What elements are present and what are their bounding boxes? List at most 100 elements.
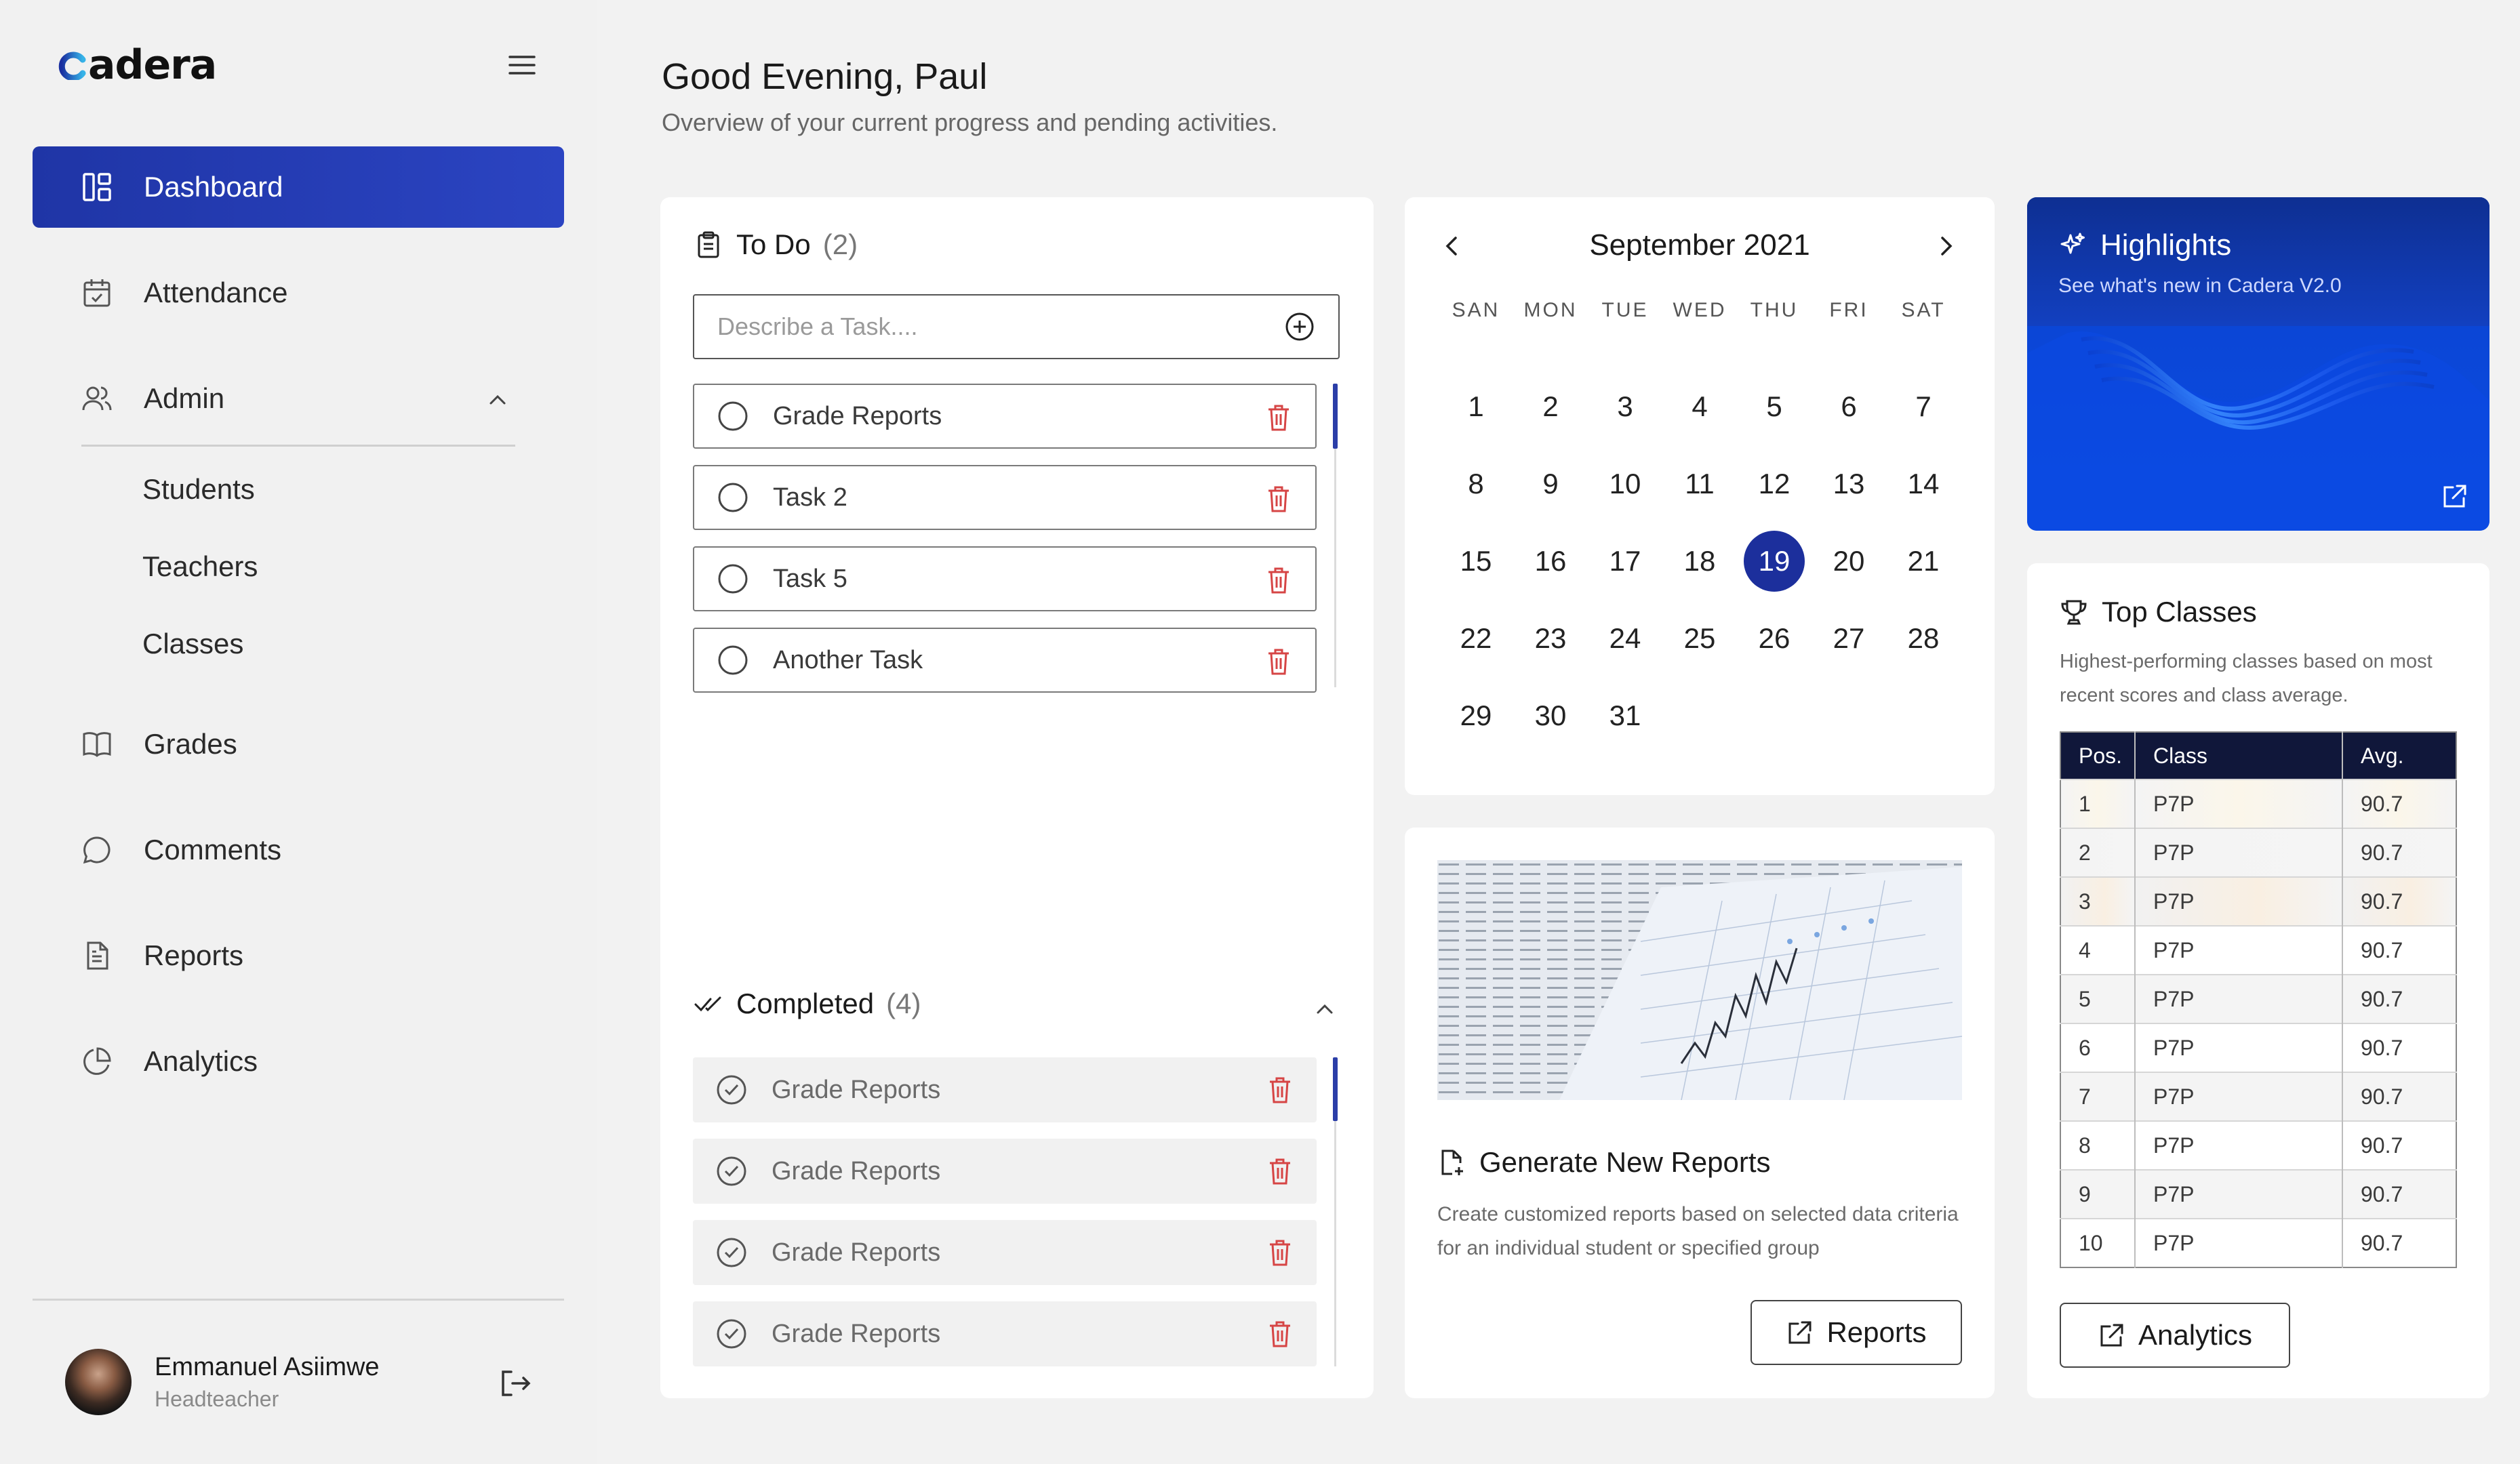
sidebar-subitem-students[interactable]: Students xyxy=(142,473,255,506)
calendar-day[interactable]: 4 xyxy=(1662,368,1737,445)
table-row[interactable]: 9 P7P 90.7 xyxy=(2060,1169,2456,1219)
avatar[interactable] xyxy=(65,1349,132,1415)
sidebar-item-comments[interactable]: Comments xyxy=(33,809,564,891)
checkbox-empty-icon[interactable] xyxy=(717,645,748,676)
calendar-day[interactable]: 12 xyxy=(1737,445,1812,523)
checkbox-empty-icon[interactable] xyxy=(717,401,748,432)
check-circle-icon[interactable] xyxy=(716,1074,747,1105)
add-task-icon[interactable] xyxy=(1284,311,1315,342)
checkbox-empty-icon[interactable] xyxy=(717,482,748,513)
completed-scroll-thumb[interactable] xyxy=(1333,1057,1338,1121)
trash-icon[interactable] xyxy=(1266,1075,1294,1105)
completed-item[interactable]: Grade Reports xyxy=(693,1139,1317,1204)
calendar-day[interactable]: 3 xyxy=(1588,368,1662,445)
completed-scrollbar[interactable] xyxy=(1333,1057,1338,1366)
calendar-day[interactable]: 24 xyxy=(1588,600,1662,677)
completed-item[interactable]: Grade Reports xyxy=(693,1057,1317,1122)
calendar-day[interactable]: 5 xyxy=(1737,368,1812,445)
sidebar-subitem-teachers[interactable]: Teachers xyxy=(142,550,258,583)
sidebar-item-admin[interactable]: Admin xyxy=(33,358,564,439)
completed-item[interactable]: Grade Reports xyxy=(693,1301,1317,1366)
calendar-day[interactable]: 23 xyxy=(1513,600,1588,677)
trash-icon[interactable] xyxy=(1266,1156,1294,1186)
sidebar-item-dashboard[interactable]: Dashboard xyxy=(33,146,564,228)
calendar-day[interactable]: 2 xyxy=(1513,368,1588,445)
calendar-day[interactable]: 29 xyxy=(1439,677,1513,754)
trash-icon[interactable] xyxy=(1265,647,1292,676)
sidebar-item-reports[interactable]: Reports xyxy=(33,915,564,996)
sidebar-item-attendance[interactable]: Attendance xyxy=(33,252,564,333)
check-circle-icon[interactable] xyxy=(716,1156,747,1187)
calendar-day[interactable]: 15 xyxy=(1439,523,1513,600)
calendar-day-selected[interactable]: 19 xyxy=(1737,523,1812,600)
table-row[interactable]: 1 P7P 90.7 xyxy=(2060,779,2456,828)
todo-scroll-thumb[interactable] xyxy=(1333,384,1338,449)
todo-item[interactable]: Grade Reports xyxy=(693,384,1317,449)
trash-icon[interactable] xyxy=(1265,565,1292,595)
external-link-icon[interactable] xyxy=(2441,482,2469,510)
calendar-day[interactable]: 16 xyxy=(1513,523,1588,600)
table-row[interactable]: 2 P7P 90.7 xyxy=(2060,828,2456,877)
todo-item[interactable]: Another Task xyxy=(693,628,1317,693)
cell-class: P7P xyxy=(2134,974,2342,1023)
trash-icon[interactable] xyxy=(1266,1238,1294,1267)
calendar-day[interactable]: 18 xyxy=(1662,523,1737,600)
top-classes-description: Highest-performing classes based on most… xyxy=(2060,651,2433,706)
sidebar-item-analytics[interactable]: Analytics xyxy=(33,1021,564,1102)
calendar-day[interactable]: 26 xyxy=(1737,600,1812,677)
calendar-day[interactable]: 31 xyxy=(1588,677,1662,754)
calendar-day[interactable]: 10 xyxy=(1588,445,1662,523)
calendar-day[interactable]: 9 xyxy=(1513,445,1588,523)
todo-count: (2) xyxy=(822,228,858,260)
calendar-day[interactable]: 21 xyxy=(1886,523,1961,600)
calendar-day[interactable]: 7 xyxy=(1886,368,1961,445)
calendar-day[interactable]: 28 xyxy=(1886,600,1961,677)
table-row[interactable]: 4 P7P 90.7 xyxy=(2060,925,2456,975)
chevron-up-icon[interactable] xyxy=(1313,997,1337,1021)
completed-item[interactable]: Grade Reports xyxy=(693,1220,1317,1285)
reports-button[interactable]: Reports xyxy=(1751,1300,1962,1365)
calendar-day[interactable]: 27 xyxy=(1812,600,1886,677)
highlights-card[interactable]: Highlights See what's new in Cadera V2.0 xyxy=(2027,197,2489,531)
chevron-up-icon[interactable] xyxy=(485,388,510,412)
calendar-day[interactable]: 6 xyxy=(1812,368,1886,445)
analytics-button[interactable]: Analytics xyxy=(2060,1303,2290,1368)
calendar-day[interactable]: 25 xyxy=(1662,600,1737,677)
calendar-day[interactable]: 22 xyxy=(1439,600,1513,677)
cell-pos: 8 xyxy=(2060,1120,2135,1170)
calendar-day[interactable]: 17 xyxy=(1588,523,1662,600)
menu-icon[interactable] xyxy=(507,52,537,79)
sidebar-subitem-classes[interactable]: Classes xyxy=(142,628,243,660)
calendar-day[interactable]: 8 xyxy=(1439,445,1513,523)
todo-scrollbar[interactable] xyxy=(1333,384,1338,687)
calendar-day[interactable]: 1 xyxy=(1439,368,1513,445)
trash-icon[interactable] xyxy=(1265,484,1292,514)
table-row[interactable]: 5 P7P 90.7 xyxy=(2060,974,2456,1023)
trash-icon[interactable] xyxy=(1266,1319,1294,1349)
calendar-day[interactable]: 20 xyxy=(1812,523,1886,600)
calendar-day[interactable]: 14 xyxy=(1886,445,1961,523)
table-row[interactable]: 10 P7P 90.7 xyxy=(2060,1218,2456,1267)
calendar-day[interactable]: 11 xyxy=(1662,445,1737,523)
cell-avg: 90.7 xyxy=(2342,925,2456,975)
check-circle-icon[interactable] xyxy=(716,1237,747,1268)
todo-item[interactable]: Task 2 xyxy=(693,465,1317,530)
brand-logo[interactable]: adera xyxy=(57,41,217,89)
task-input[interactable] xyxy=(693,294,1340,359)
sidebar-item-grades[interactable]: Grades xyxy=(33,704,564,785)
table-row[interactable]: 7 P7P 90.7 xyxy=(2060,1072,2456,1121)
logout-icon[interactable] xyxy=(499,1368,532,1399)
checkbox-empty-icon[interactable] xyxy=(717,563,748,594)
completed-header[interactable]: Completed (4) xyxy=(694,988,921,1020)
table-row[interactable]: 8 P7P 90.7 xyxy=(2060,1120,2456,1170)
calendar-day[interactable]: 30 xyxy=(1513,677,1588,754)
table-row[interactable]: 6 P7P 90.7 xyxy=(2060,1023,2456,1072)
chevron-right-icon[interactable] xyxy=(1932,232,1959,260)
table-row[interactable]: 3 P7P 90.7 xyxy=(2060,876,2456,926)
calendar-day[interactable]: 13 xyxy=(1812,445,1886,523)
trash-icon[interactable] xyxy=(1265,403,1292,432)
document-icon xyxy=(87,941,108,970)
calendar-day-number: 7 xyxy=(1915,390,1932,422)
check-circle-icon[interactable] xyxy=(716,1318,747,1349)
todo-item[interactable]: Task 5 xyxy=(693,546,1317,611)
